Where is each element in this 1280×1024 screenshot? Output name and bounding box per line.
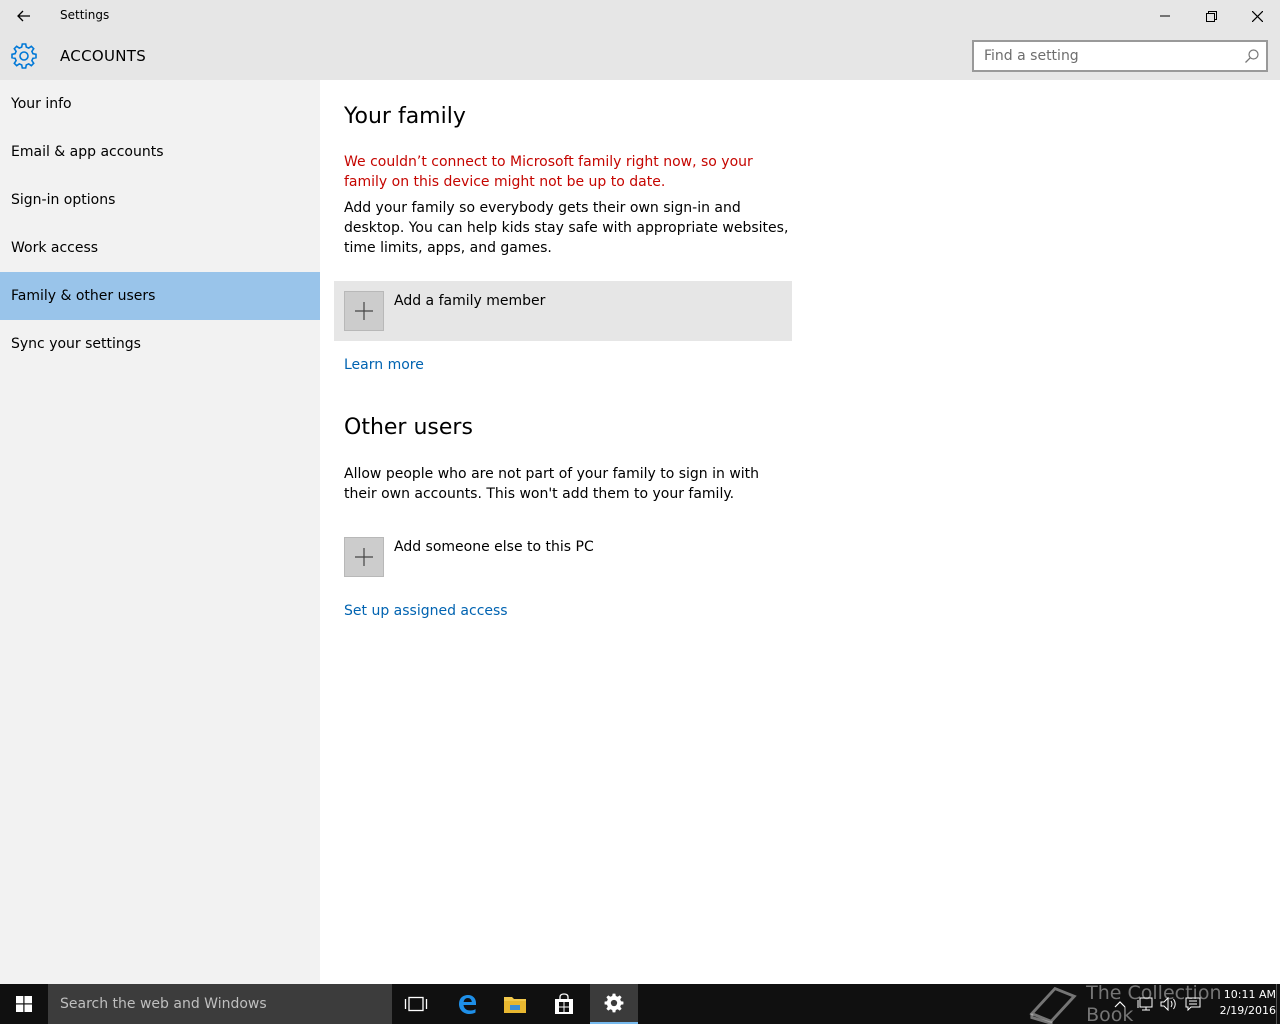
sidebar-item-family-other-users[interactable]: Family & other users (0, 272, 320, 320)
section-title: ACCOUNTS (60, 47, 147, 65)
sidebar-item-label: Email & app accounts (11, 144, 164, 160)
edge-taskbar-button[interactable] (443, 984, 491, 1024)
gear-icon (604, 993, 624, 1013)
folder-icon (504, 997, 526, 1013)
volume-tray-button[interactable] (1158, 984, 1180, 1024)
gear-icon (11, 43, 37, 69)
add-family-member-button[interactable]: Add a family member (334, 281, 792, 341)
sidebar-item-sync-settings[interactable]: Sync your settings (0, 320, 320, 368)
sidebar: Your info Email & app accounts Sign-in o… (0, 80, 320, 984)
message-icon (1185, 997, 1201, 1011)
plus-icon (355, 548, 373, 566)
sidebar-item-label: Work access (11, 240, 99, 256)
plus-icon (355, 302, 373, 320)
sidebar-item-label: Family & other users (11, 288, 156, 304)
store-taskbar-button[interactable] (540, 984, 588, 1024)
close-icon (1251, 10, 1263, 22)
back-arrow-icon (17, 10, 30, 22)
network-icon (1137, 997, 1153, 1011)
show-hidden-icons-button[interactable] (1110, 984, 1130, 1024)
book-icon (1029, 986, 1077, 1024)
chevron-up-icon (1114, 1001, 1126, 1008)
network-tray-button[interactable] (1134, 984, 1156, 1024)
restore-button[interactable] (1188, 0, 1234, 32)
sidebar-item-label: Sign-in options (11, 192, 116, 208)
main-content: Your family We couldn’t connect to Micro… (320, 80, 1280, 984)
store-icon (555, 993, 573, 1014)
taskbar: The Collection Book 10:11 AM 2/19/2016 (0, 982, 1280, 1024)
show-desktop-button[interactable] (1276, 984, 1280, 1024)
sidebar-item-sign-in-options[interactable]: Sign-in options (0, 176, 320, 224)
settings-taskbar-button[interactable] (590, 984, 638, 1024)
windows-logo-icon (16, 996, 32, 1012)
add-someone-else-button[interactable]: Add someone else to this PC (334, 527, 792, 587)
minimize-button[interactable] (1142, 0, 1188, 32)
back-button[interactable] (0, 0, 48, 32)
plus-tile (344, 291, 384, 331)
taskbar-search-input[interactable] (48, 984, 378, 1024)
sidebar-item-label: Sync your settings (11, 336, 141, 352)
sidebar-item-your-info[interactable]: Your info (0, 80, 320, 128)
edge-icon (459, 995, 476, 1014)
sidebar-item-email-app-accounts[interactable]: Email & app accounts (0, 128, 320, 176)
other-users-heading: Other users (344, 415, 473, 440)
window-title: Settings (60, 8, 110, 22)
clock-date: 2/19/2016 (1219, 1004, 1276, 1017)
minimize-icon (1160, 15, 1170, 17)
sidebar-item-label: Your info (11, 96, 72, 112)
add-someone-else-label: Add someone else to this PC (394, 539, 594, 555)
task-view-button[interactable] (392, 984, 440, 1024)
clock-time: 10:11 AM (1223, 988, 1276, 1001)
speaker-icon (1160, 997, 1176, 1011)
add-family-member-label: Add a family member (394, 293, 546, 309)
taskbar-search-box[interactable] (48, 984, 392, 1024)
settings-search-input[interactable] (974, 42, 1234, 70)
assigned-access-link[interactable]: Set up assigned access (344, 603, 508, 619)
taskbar-clock[interactable]: 10:11 AM 2/19/2016 (1200, 987, 1276, 1019)
start-button[interactable] (0, 984, 48, 1024)
task-view-icon (404, 996, 428, 1012)
settings-search-box[interactable] (972, 40, 1268, 72)
restore-icon (1205, 10, 1217, 22)
close-button[interactable] (1234, 0, 1280, 32)
family-description: Add your family so everybody gets their … (344, 200, 789, 256)
plus-tile (344, 537, 384, 577)
page-header: ACCOUNTS (0, 32, 1280, 80)
sidebar-item-work-access[interactable]: Work access (0, 224, 320, 272)
title-bar: Settings (0, 0, 1280, 32)
learn-more-link[interactable]: Learn more (344, 357, 424, 373)
search-icon[interactable] (1244, 48, 1260, 64)
family-heading: Your family (344, 104, 466, 129)
file-explorer-taskbar-button[interactable] (491, 984, 539, 1024)
family-error-message: We couldn’t connect to Microsoft family … (344, 154, 753, 190)
other-users-description: Allow people who are not part of your fa… (344, 466, 760, 502)
